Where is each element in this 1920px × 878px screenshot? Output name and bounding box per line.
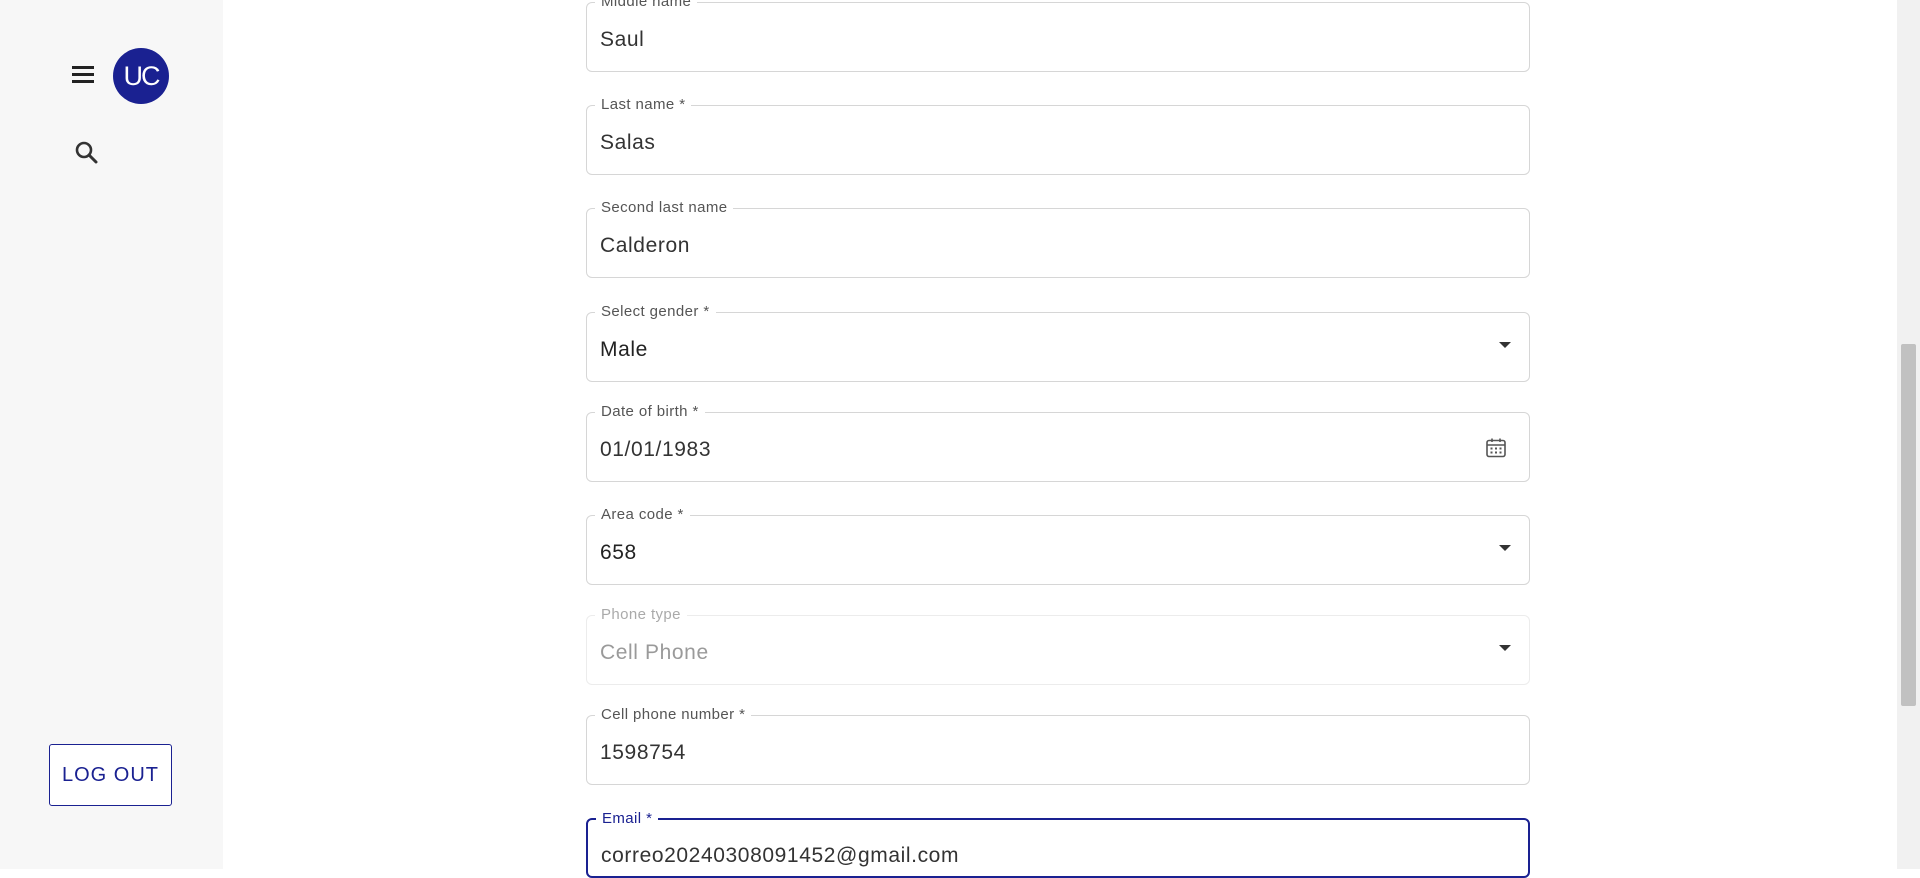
last-name-field[interactable]: Last name * [586,96,1530,175]
chevron-down-icon[interactable] [1499,545,1511,551]
hamburger-menu-icon[interactable] [68,60,98,90]
calendar-icon[interactable] [1485,437,1507,459]
second-last-name-input[interactable] [600,233,1480,259]
scrollbar-thumb[interactable] [1901,344,1916,706]
gender-label: Select gender * [595,303,716,321]
gender-value: Male [600,338,648,361]
required-mark: * [646,810,653,827]
middle-name-label: Middle name [595,0,698,11]
scrollbar[interactable] [1897,0,1920,869]
date-of-birth-input[interactable] [600,437,1420,463]
date-of-birth-label: Date of birth * [595,403,705,421]
email-label: Email * [596,810,659,828]
middle-name-field[interactable]: Middle name [586,0,1530,72]
chevron-down-icon [1499,645,1511,651]
email-input[interactable] [601,843,1481,869]
cell-phone-label: Cell phone number * [595,706,752,724]
avatar[interactable]: UC [113,48,169,104]
phone-type-label: Phone type [595,606,687,624]
phone-type-select: Phone type Cell Phone [586,606,1530,685]
second-last-name-label: Second last name [595,199,734,217]
phone-type-value: Cell Phone [600,641,709,664]
cell-phone-field[interactable]: Cell phone number * [586,706,1530,785]
second-last-name-field[interactable]: Second last name [586,199,1530,278]
date-of-birth-field[interactable]: Date of birth * [586,403,1530,482]
area-code-select[interactable]: Area code * 658 [586,506,1530,585]
gender-select[interactable]: Select gender * Male [586,303,1530,382]
last-name-input[interactable] [600,130,1480,156]
logout-button[interactable]: LOG OUT [49,744,172,806]
middle-name-input[interactable] [600,27,1480,53]
search-icon[interactable] [72,138,102,168]
sidebar: UC LOG OUT [0,0,223,869]
email-field[interactable]: Email * [586,810,1530,878]
cell-phone-input[interactable] [600,740,1480,766]
area-code-label: Area code * [595,506,690,524]
email-label-text: Email [602,810,642,827]
area-code-value: 658 [600,541,637,564]
chevron-down-icon[interactable] [1499,342,1511,348]
last-name-label: Last name * [595,96,692,114]
